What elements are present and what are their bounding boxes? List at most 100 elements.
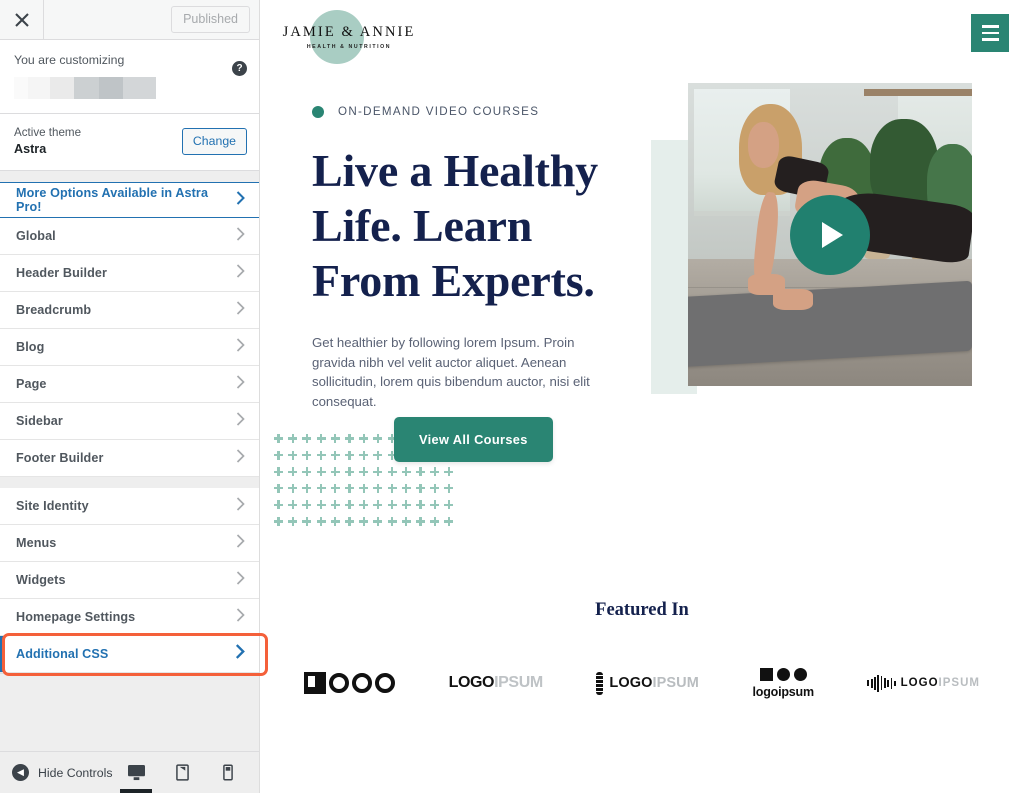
sidebar-item-label: Site Identity: [16, 499, 89, 513]
dot-grid-star: [359, 483, 369, 493]
logo1-circle-glyph-3: [375, 673, 395, 693]
dot-grid-star: [316, 483, 326, 493]
logo5-wave-bar: [890, 677, 893, 689]
play-triangle: [822, 221, 843, 248]
dot-grid-star: [387, 467, 397, 477]
sidebar-item-footer-builder[interactable]: Footer Builder: [0, 440, 259, 477]
dot-grid-star: [274, 500, 283, 510]
play-icon[interactable]: [790, 194, 870, 275]
dot-grid-star: [373, 467, 383, 477]
dot-grid-star: [387, 483, 397, 493]
close-icon[interactable]: [0, 0, 44, 39]
chevron-right-icon: [236, 607, 245, 627]
logo5-wave-bar: [880, 676, 883, 690]
sidebar-item-label: More Options Available in Astra Pro!: [16, 186, 209, 214]
chevron-right-icon: [235, 644, 245, 664]
sidebar-item-homepage-settings[interactable]: Homepage Settings: [0, 599, 259, 636]
sidebar-item-breadcrumb[interactable]: Breadcrumb: [0, 292, 259, 329]
device-mobile-button[interactable]: [215, 752, 241, 793]
chevron-right-icon: [236, 263, 245, 283]
dot-grid-star: [401, 467, 411, 477]
logo5-wave-bar: [870, 678, 873, 688]
dot-grid-star: [444, 517, 454, 526]
sidebar-item-label: Blog: [16, 340, 45, 354]
customizing-label: You are customizing: [14, 53, 125, 67]
dot-grid-star: [316, 450, 326, 460]
change-theme-button[interactable]: Change: [181, 128, 247, 155]
dot-grid-star: [330, 483, 340, 493]
featured-in-title: Featured In: [595, 600, 689, 620]
logo4-circle-glyph-2: [793, 667, 807, 681]
dot-grid-star: [359, 434, 369, 443]
logo2-bold-text: LOGO: [448, 674, 495, 691]
sidebar-item-global[interactable]: Global: [0, 218, 259, 255]
dot-grid-star: [359, 450, 369, 460]
site-title-placeholder: [14, 77, 156, 99]
chevron-right-icon: [236, 374, 245, 394]
sidebar-item-blog[interactable]: Blog: [0, 329, 259, 366]
sidebar-item-page[interactable]: Page: [0, 366, 259, 403]
dot-grid-star: [430, 483, 440, 493]
hamburger-menu-icon[interactable]: [971, 14, 1009, 52]
logo1-circle-glyph: [329, 673, 349, 693]
site-header: JAMIE & ANNIE HEALTH & NUTRITION: [260, 0, 1024, 73]
logo5-wave-icon: [867, 674, 896, 692]
logo-brand-1: [304, 663, 395, 703]
logo3-bar-icon: [596, 671, 604, 695]
dot-grid-star: [416, 517, 425, 526]
site-logo[interactable]: JAMIE & ANNIE HEALTH & NUTRITION: [274, 6, 424, 68]
chevron-right-icon: [236, 411, 245, 431]
logo2-light-text: IPSUM: [494, 674, 543, 691]
active-theme-label: Active theme: [14, 126, 82, 139]
bullet-dot-icon: [312, 105, 324, 118]
device-tablet-button[interactable]: [169, 752, 195, 793]
sidebar-item-menus[interactable]: Menus: [0, 525, 259, 562]
sidebar-item-label: Menus: [16, 536, 57, 550]
dot-grid-star: [302, 483, 312, 493]
site-preview-frame: JAMIE & ANNIE HEALTH & NUTRITION ON-DEMA…: [260, 0, 1024, 793]
sidebar-item-label: Breadcrumb: [16, 303, 92, 317]
sidebar-item-sidebar[interactable]: Sidebar: [0, 403, 259, 440]
sidebar-item-site-identity[interactable]: Site Identity: [0, 488, 259, 525]
dot-grid-star: [373, 434, 383, 443]
view-all-courses-button[interactable]: View All Courses: [394, 417, 553, 462]
photo-face: [747, 122, 779, 168]
logo5-wave-bar: [867, 680, 870, 686]
logo-brand-4: logoipsum: [753, 663, 814, 703]
dot-grid-star: [345, 434, 354, 443]
logo5-wave-bar: [887, 679, 890, 687]
dot-grid-star: [288, 500, 298, 510]
logo5-wave-bar: [874, 676, 876, 690]
logo5-wave-bar: [883, 678, 886, 688]
sidebar-item-additional-css[interactable]: Additional CSS: [0, 636, 259, 673]
hero-video-thumbnail: [688, 83, 972, 386]
active-theme-text: Active theme Astra: [14, 125, 182, 158]
device-desktop-button[interactable]: [120, 752, 152, 793]
hide-controls-button[interactable]: ◀ Hide Controls: [12, 764, 123, 781]
hide-controls-label: Hide Controls: [38, 765, 113, 780]
logo4-shapes: [753, 667, 814, 681]
sidebar-item-astra-pro[interactable]: More Options Available in Astra Pro!: [0, 182, 259, 218]
logo-text-block: JAMIE & ANNIE HEALTH & NUTRITION: [274, 24, 424, 50]
customizing-info: You are customizing ?: [0, 40, 259, 114]
sidebar-item-widgets[interactable]: Widgets: [0, 562, 259, 599]
chevron-right-icon: [236, 533, 245, 553]
dot-grid-star: [401, 483, 411, 493]
dot-grid-star: [302, 450, 312, 460]
help-icon[interactable]: ?: [232, 61, 247, 76]
customizer-section-list-2: Site Identity Menus Widgets Homepage Set…: [0, 488, 259, 673]
dot-grid-star: [345, 450, 354, 460]
dot-grid-star: [401, 517, 411, 526]
sidebar-item-header-builder[interactable]: Header Builder: [0, 255, 259, 292]
dot-grid-star: [416, 483, 425, 493]
customizer-sidebar: Published You are customizing ? Active t…: [0, 0, 268, 793]
dot-grid-star: [373, 517, 383, 526]
dot-grid-star: [416, 467, 425, 477]
logo3-light-text: IPSUM: [652, 675, 699, 691]
photo-shelf: [864, 89, 972, 97]
dot-grid-star: [330, 517, 340, 526]
dot-grid-star: [274, 517, 283, 526]
logo-brand-3: LOGOIPSUM: [596, 663, 699, 703]
dot-grid-star: [330, 434, 340, 443]
publish-button[interactable]: Published: [171, 6, 250, 33]
